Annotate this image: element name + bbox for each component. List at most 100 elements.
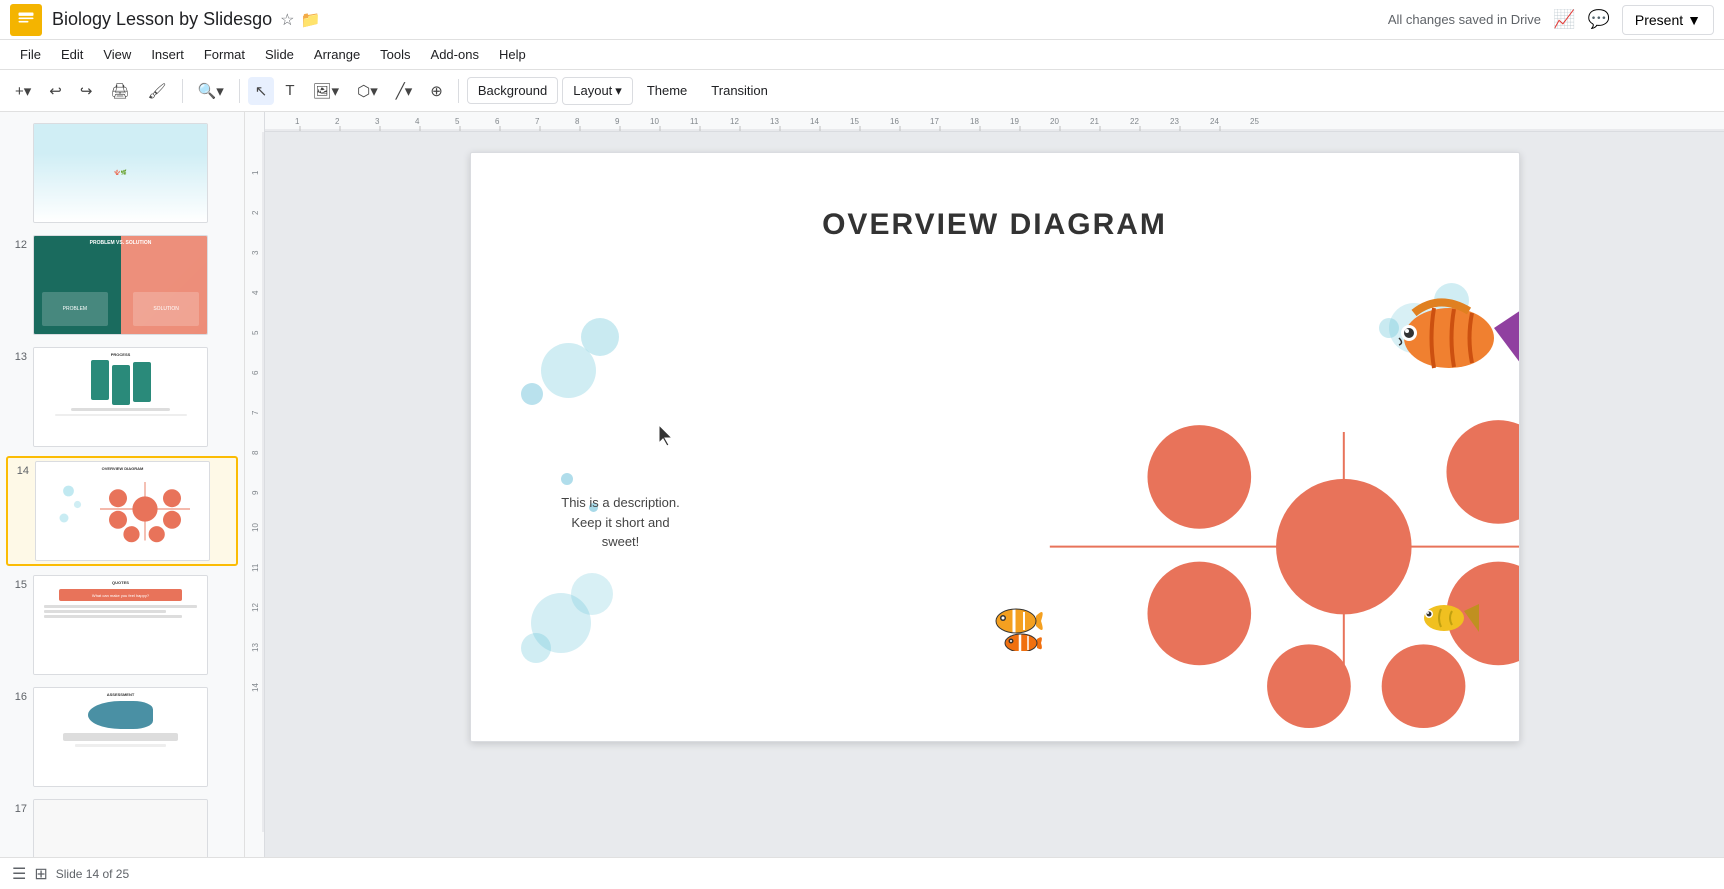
bottom-bar: ☰ ⊞ Slide 14 of 25: [0, 857, 1724, 889]
svg-text:8: 8: [575, 117, 580, 126]
menu-help[interactable]: Help: [491, 43, 534, 66]
insert-extras-button[interactable]: ⊕: [423, 77, 450, 105]
menu-tools[interactable]: Tools: [372, 43, 418, 66]
redo-button[interactable]: ↪: [73, 77, 100, 105]
svg-text:2: 2: [335, 117, 340, 126]
svg-text:17: 17: [930, 117, 939, 126]
layout-chevron-icon: ▾: [615, 83, 622, 99]
separator-1: [182, 79, 183, 103]
slide-counter: Slide 14 of 25: [56, 867, 129, 881]
paint-format-button[interactable]: 🖌: [141, 77, 174, 105]
image-button[interactable]: 🖼▾: [306, 77, 347, 105]
slide-preview-11: 🪸🌿: [33, 123, 208, 223]
svg-text:13: 13: [251, 643, 260, 652]
svg-text:3: 3: [251, 250, 260, 255]
menu-bar: File Edit View Insert Format Slide Arran…: [0, 40, 1724, 70]
menu-view[interactable]: View: [95, 43, 139, 66]
present-label: Present: [1635, 12, 1683, 28]
svg-text:8: 8: [251, 450, 260, 455]
small-fish: [1419, 596, 1479, 646]
svg-text:10: 10: [251, 523, 260, 532]
menu-arrange[interactable]: Arrange: [306, 43, 368, 66]
present-button[interactable]: Present ▼: [1622, 5, 1714, 35]
star-icon[interactable]: ☆: [280, 10, 294, 30]
menu-slide[interactable]: Slide: [257, 43, 302, 66]
folder-icon[interactable]: 📁: [300, 10, 320, 30]
canvas-content: 1 2 3 4 5 6 7 8 9 10 11 12 13 14: [245, 132, 1724, 857]
svg-text:24: 24: [1210, 117, 1219, 126]
menu-file[interactable]: File: [12, 43, 49, 66]
slide-thumb-13[interactable]: 13 PROCESS: [6, 344, 238, 450]
svg-text:15: 15: [850, 117, 859, 126]
svg-text:21: 21: [1090, 117, 1099, 126]
tropical-fish: [1394, 273, 1520, 398]
layout-button[interactable]: Layout ▾: [562, 77, 633, 105]
add-button[interactable]: +▾: [8, 77, 38, 105]
svg-text:5: 5: [251, 330, 260, 335]
print-button[interactable]: 🖨: [103, 77, 136, 105]
text-button[interactable]: T: [278, 77, 301, 104]
slide-canvas[interactable]: OVERVIEW DIAGRAM: [470, 152, 1520, 742]
svg-text:4: 4: [251, 290, 260, 295]
zoom-button[interactable]: 🔍▾: [191, 77, 231, 105]
slide-preview-16: ASSESSMENT: [33, 687, 208, 787]
svg-text:20: 20: [1050, 117, 1059, 126]
slide-thumb-11[interactable]: 🪸🌿: [6, 120, 238, 226]
svg-text:7: 7: [251, 410, 260, 415]
menu-insert[interactable]: Insert: [143, 43, 192, 66]
svg-text:6: 6: [251, 370, 260, 375]
svg-text:4: 4: [415, 117, 420, 126]
slide-canvas-container[interactable]: OVERVIEW DIAGRAM: [265, 132, 1724, 857]
slide-thumb-15[interactable]: 15 QUOTES What can make you feel happy?: [6, 572, 238, 678]
cursor-button[interactable]: ↖: [248, 77, 275, 105]
slide-preview-17: [33, 799, 208, 857]
slide-preview-13: PROCESS: [33, 347, 208, 447]
svg-text:7: 7: [535, 117, 540, 126]
svg-text:5: 5: [455, 117, 460, 126]
menu-format[interactable]: Format: [196, 43, 253, 66]
undo-button[interactable]: ↩: [42, 77, 69, 105]
separator-2: [239, 79, 240, 103]
transition-button[interactable]: Transition: [701, 78, 778, 103]
slide-list-view-btn[interactable]: ☰: [12, 864, 26, 884]
save-status: All changes saved in Drive: [1388, 12, 1541, 27]
main-layout: 🪸🌿 12 PROBLEM VS. SOLUTION PROBLEM SOLUT…: [0, 112, 1724, 857]
slide-grid-view-btn[interactable]: ⊞: [34, 864, 47, 884]
svg-text:9: 9: [615, 117, 620, 126]
menu-edit[interactable]: Edit: [53, 43, 91, 66]
svg-text:22: 22: [1130, 117, 1139, 126]
top-right-actions: 📈 💬 Present ▼: [1553, 5, 1714, 35]
svg-text:13: 13: [770, 117, 779, 126]
desc-left: This is a description. Keep it short and…: [556, 493, 686, 552]
slide-thumb-16[interactable]: 16 ASSESSMENT: [6, 684, 238, 790]
canvas-area: 1 2 3 4 5 6 7 8 9 10 11 12 13 14: [245, 112, 1724, 857]
slide-preview-14: OVERVIEW DIAGRAM: [35, 461, 210, 561]
theme-button[interactable]: Theme: [637, 78, 697, 103]
menu-addons[interactable]: Add-ons: [423, 43, 487, 66]
shapes-button[interactable]: ⬡▾: [350, 77, 385, 105]
slide-preview-15: QUOTES What can make you feel happy?: [33, 575, 208, 675]
svg-text:10: 10: [650, 117, 659, 126]
slide-preview-12: PROBLEM VS. SOLUTION PROBLEM SOLUTION: [33, 235, 208, 335]
svg-text:11: 11: [690, 117, 699, 126]
chart-icon-btn[interactable]: 📈: [1553, 9, 1575, 30]
svg-text:16: 16: [890, 117, 899, 126]
present-dropdown-icon[interactable]: ▼: [1687, 12, 1701, 28]
slide-thumb-17[interactable]: 17: [6, 796, 238, 857]
line-button[interactable]: ╱▾: [389, 77, 420, 105]
svg-text:11: 11: [251, 563, 260, 572]
svg-text:25: 25: [1250, 117, 1259, 126]
clownfish-group: [981, 591, 1081, 656]
svg-text:12: 12: [251, 603, 260, 612]
slide-thumb-12[interactable]: 12 PROBLEM VS. SOLUTION PROBLEM SOLUTION: [6, 232, 238, 338]
svg-text:14: 14: [810, 117, 819, 126]
comments-icon-btn[interactable]: 💬: [1587, 9, 1609, 30]
svg-text:9: 9: [251, 490, 260, 495]
slide-panel: 🪸🌿 12 PROBLEM VS. SOLUTION PROBLEM SOLUT…: [0, 112, 245, 857]
background-button[interactable]: Background: [467, 77, 558, 104]
svg-text:23: 23: [1170, 117, 1179, 126]
slide-thumb-14[interactable]: 14 OVERVIEW DIAGRAM: [6, 456, 238, 566]
svg-text:14: 14: [251, 683, 260, 692]
svg-text:6: 6: [495, 117, 500, 126]
toolbar: +▾ ↩ ↪ 🖨 🖌 🔍▾ ↖ T 🖼▾ ⬡▾ ╱▾ ⊕ Background …: [0, 70, 1724, 112]
